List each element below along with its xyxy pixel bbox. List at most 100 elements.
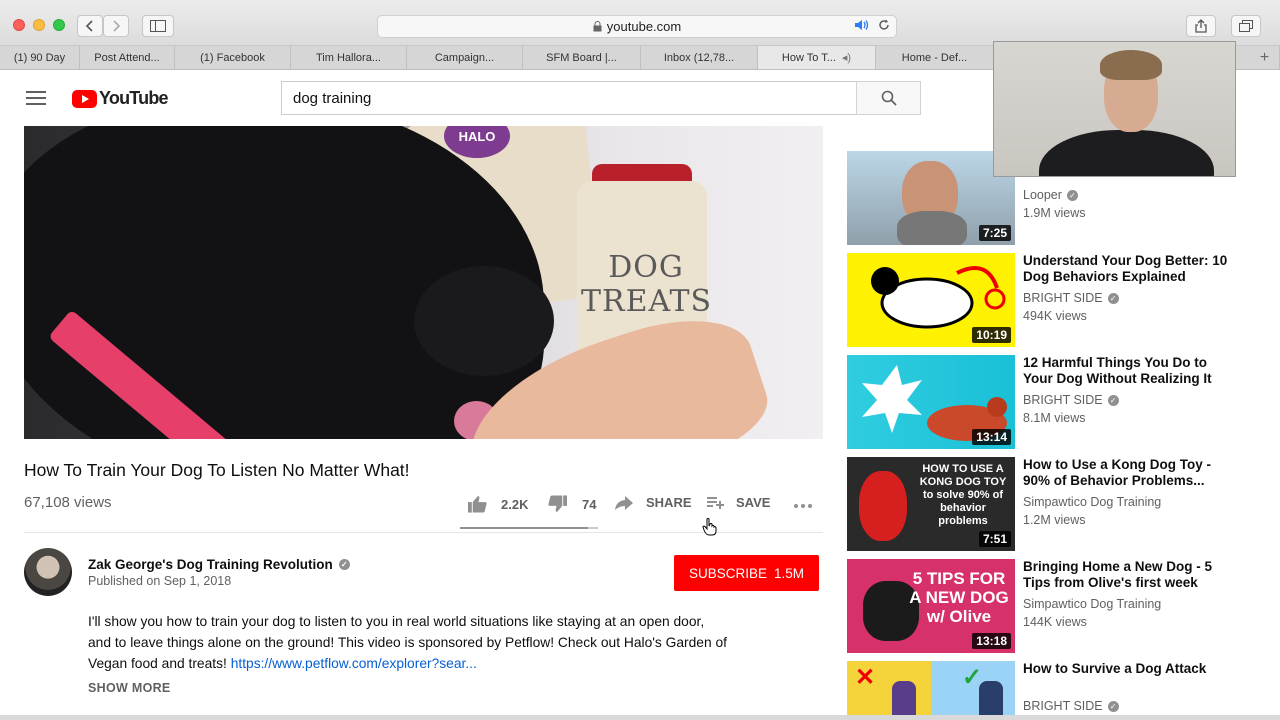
recommendation-item[interactable]: 5 TIPS FOR A NEW DOG w/ Olive 13:18 Bringi… — [847, 559, 1237, 654]
subscriber-count: 1.5M — [774, 565, 805, 581]
audio-playing-icon[interactable]: ◂) — [842, 51, 851, 64]
recommendation-views: 1.2M views — [1023, 513, 1086, 527]
zoom-window-button[interactable] — [53, 19, 65, 31]
speaker-icon[interactable] — [854, 19, 870, 31]
tab-label: Inbox (12,78... — [663, 51, 735, 64]
like-count: 2.2K — [501, 496, 529, 512]
save-button[interactable]: SAVE — [707, 495, 770, 510]
recommendation-views: 1.9M views — [1023, 206, 1086, 220]
verified-icon: ✓ — [1066, 189, 1078, 201]
lock-icon — [593, 21, 602, 32]
share-browser-button[interactable] — [1186, 15, 1216, 37]
hand-cursor-icon — [702, 518, 717, 536]
video-description: I'll show you how to train your dog to l… — [88, 611, 728, 674]
search-input[interactable]: dog training — [281, 81, 857, 115]
browser-tab[interactable]: How To T... ◂) — [758, 46, 876, 69]
browser-tab[interactable]: SFM Board |... — [523, 46, 641, 69]
recommendation-title[interactable]: 12 Harmful Things You Do to Your Dog Wit… — [1023, 355, 1233, 387]
share-arrow-icon — [615, 495, 633, 510]
channel-label: BRIGHT SIDE — [1023, 699, 1103, 713]
subscribe-button[interactable]: SUBSCRIBE 1.5M — [674, 555, 819, 591]
browser-tab[interactable]: Tim Hallora... — [291, 46, 407, 69]
video-thumbnail[interactable]: 10:19 — [847, 253, 1015, 347]
reload-icon[interactable] — [878, 19, 890, 31]
browser-tab[interactable]: Campaign... — [407, 46, 523, 69]
channel-label: Simpawtico Dog Training — [1023, 495, 1162, 509]
description-link[interactable]: https://www.petflow.com/explorer?sear... — [231, 656, 477, 671]
video-thumbnail[interactable]: HOW TO USE A KONG DOG TOY to solve 90% o… — [847, 457, 1015, 551]
channel-name-link[interactable]: Zak George's Dog Training Revolution ✓ — [88, 557, 350, 572]
search-button[interactable] — [856, 81, 921, 115]
close-window-button[interactable] — [13, 19, 25, 31]
recommendation-item[interactable]: HOW TO USE A KONG DOG TOY to solve 90% o… — [847, 457, 1237, 552]
recommendation-channel[interactable]: Simpawtico Dog Training — [1023, 495, 1161, 509]
recommendation-channel[interactable]: BRIGHT SIDE ✓ — [1023, 291, 1119, 305]
share-button[interactable]: SHARE — [615, 495, 692, 510]
more-horiz-icon — [794, 504, 812, 508]
minimize-window-button[interactable] — [33, 19, 45, 31]
dislike-button[interactable]: 74 — [548, 495, 596, 513]
video-title: How To Train Your Dog To Listen No Matte… — [24, 460, 410, 480]
like-button[interactable]: 2.2K — [468, 495, 528, 513]
video-player[interactable]: HALO DOG TREATS — [24, 126, 823, 439]
tab-label: Home - Def... — [901, 51, 968, 64]
thumbnail-text: HOW TO USE A KONG DOG TOY to solve 90% o… — [919, 463, 1007, 527]
recommendation-item[interactable]: 13:14 12 Harmful Things You Do to Your Do… — [847, 355, 1237, 450]
recommendation-item[interactable]: ✕ ✓ How to Survive a Dog Attack BRIGHT SIDE… — [847, 661, 1237, 720]
tab-label: (1) 90 Day — [13, 51, 66, 64]
webcam-overlay — [993, 41, 1236, 177]
search-icon — [881, 90, 897, 106]
video-thumbnail[interactable]: 5 TIPS FOR A NEW DOG w/ Olive 13:18 — [847, 559, 1015, 653]
show-more-button[interactable]: SHOW MORE — [88, 681, 171, 695]
bottom-edge — [0, 715, 1280, 720]
recommendation-title[interactable]: Understand Your Dog Better: 10 Dog Behav… — [1023, 253, 1233, 285]
video-duration: 13:14 — [972, 429, 1011, 445]
thumbs-up-icon — [468, 496, 487, 513]
tab-label: Tim Hallora... — [316, 51, 381, 64]
tabs-overview-button[interactable] — [1231, 15, 1261, 37]
channel-label: Looper — [1023, 188, 1062, 202]
recommendation-channel[interactable]: BRIGHT SIDE ✓ — [1023, 699, 1119, 713]
sidebar-toggle-button[interactable] — [142, 15, 174, 37]
verified-icon: ✓ — [1107, 700, 1119, 712]
browser-tab[interactable]: Inbox (12,78... — [641, 46, 758, 69]
video-thumbnail[interactable]: 13:14 — [847, 355, 1015, 449]
recommendation-title[interactable]: Bringing Home a New Dog - 5 Tips from Ol… — [1023, 559, 1233, 591]
browser-tab[interactable]: (1) 90 Day — [0, 46, 80, 69]
recommendation-channel[interactable]: Looper ✓ — [1023, 188, 1078, 202]
channel-avatar[interactable] — [24, 548, 72, 596]
tab-label: SFM Board |... — [546, 51, 617, 64]
browser-tab[interactable]: Post Attend... — [80, 46, 175, 69]
share-icon — [1195, 19, 1207, 33]
play-logo-icon — [72, 89, 97, 108]
playlist-add-icon — [707, 496, 724, 509]
save-label: SAVE — [736, 495, 771, 510]
recommendation-views: 144K views — [1023, 615, 1087, 629]
browser-tab[interactable]: (1) Facebook — [175, 46, 291, 69]
recommendation-channel[interactable]: Simpawtico Dog Training — [1023, 597, 1161, 611]
video-thumbnail[interactable]: 7:25 — [847, 151, 1015, 245]
video-duration: 7:25 — [978, 225, 1011, 241]
recommendation-title[interactable]: How to Survive a Dog Attack — [1023, 661, 1233, 677]
browser-tab[interactable]: Home - Def... — [876, 46, 994, 69]
video-thumbnail[interactable]: ✕ ✓ — [847, 661, 1015, 720]
thumbs-down-icon — [548, 495, 567, 512]
forward-button[interactable] — [103, 15, 129, 37]
menu-icon[interactable] — [26, 91, 46, 105]
verified-icon: ✓ — [1107, 394, 1119, 406]
recommendation-views: 8.1M views — [1023, 411, 1086, 425]
new-tab-button[interactable]: + — [1250, 46, 1280, 69]
more-actions-button[interactable] — [793, 503, 813, 509]
back-button[interactable] — [77, 15, 103, 37]
recommendation-views: 494K views — [1023, 309, 1087, 323]
recommendation-title[interactable]: How to Use a Kong Dog Toy - 90% of Behav… — [1023, 457, 1233, 489]
recommendation-item[interactable]: 10:19 Understand Your Dog Better: 10 Dog … — [847, 253, 1237, 348]
logo-text: YouTube — [99, 88, 169, 108]
youtube-logo[interactable]: YouTube — [72, 88, 169, 109]
chevron-right-icon — [113, 20, 121, 32]
channel-label: BRIGHT SIDE — [1023, 393, 1103, 407]
url-text: youtube.com — [606, 19, 682, 34]
recommendation-channel[interactable]: BRIGHT SIDE ✓ — [1023, 393, 1119, 407]
address-bar[interactable]: youtube.com — [377, 15, 897, 38]
jar-text: DOG TREATS — [581, 250, 713, 319]
